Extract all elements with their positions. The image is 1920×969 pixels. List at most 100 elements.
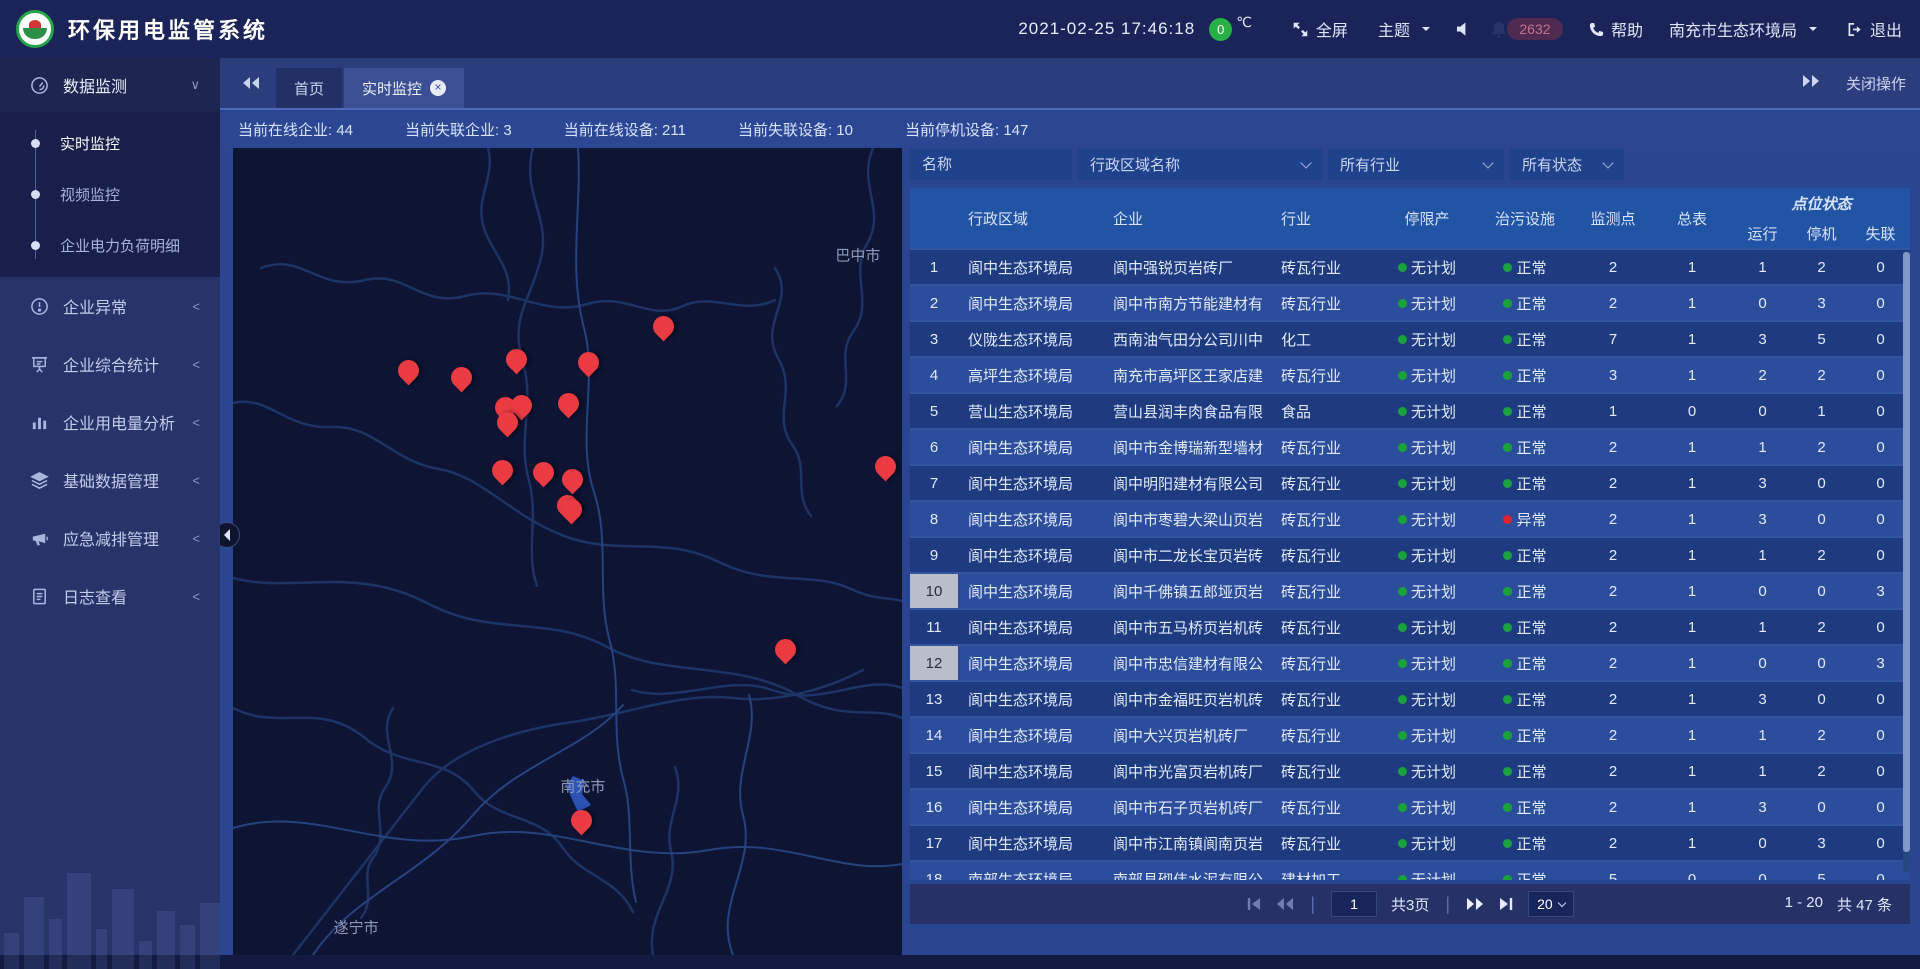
row-number-cell[interactable]: 15 (910, 754, 958, 788)
row-number-cell[interactable]: 2 (910, 286, 958, 320)
org-dropdown[interactable]: 南充市生态环境局 (1669, 17, 1817, 41)
sidebar-subitem-1[interactable]: 视频监控 (0, 169, 220, 220)
industry-cell: 化工 (1271, 322, 1379, 356)
logout-button[interactable]: 退出 (1847, 17, 1902, 41)
help-button[interactable]: 帮助 (1589, 17, 1643, 41)
row-number-cell[interactable]: 1 (910, 250, 958, 284)
table-row[interactable]: 2阆中生态环境局阆中市南方节能建材有砖瓦行业无计划正常21030 (910, 286, 1910, 322)
status-filter-select[interactable]: 所有状态 (1510, 149, 1624, 180)
scrollbar-thumb[interactable] (1903, 252, 1910, 852)
table-row[interactable]: 10阆中生态环境局阆中千佛镇五郎垭页岩砖瓦行业无计划正常21003 (910, 574, 1910, 610)
table-row[interactable]: 16阆中生态环境局阆中市石子页岩机砖厂砖瓦行业无计划正常21300 (910, 790, 1910, 826)
name-filter-input[interactable] (922, 156, 1060, 173)
facility-status-cell: 正常 (1475, 358, 1575, 392)
sub-column-header-0[interactable]: 运行 (1733, 218, 1792, 248)
sidebar-item-3[interactable]: 企业用电量分析< (0, 393, 220, 451)
table-row[interactable]: 11阆中生态环境局阆中市五马桥页岩机砖砖瓦行业无计划正常21120 (910, 610, 1910, 646)
first-page-icon[interactable] (1246, 897, 1262, 911)
tab-0[interactable]: 首页 (276, 68, 342, 108)
table-row[interactable]: 15阆中生态环境局阆中市光富页岩机砖厂砖瓦行业无计划正常21120 (910, 754, 1910, 790)
last-page-icon[interactable] (1498, 897, 1514, 911)
table-row[interactable]: 6阆中生态环境局阆中市金博瑞新型墙材砖瓦行业无计划正常21120 (910, 430, 1910, 466)
row-number-cell[interactable]: 4 (910, 358, 958, 392)
page-size-select[interactable]: 20 (1528, 891, 1574, 917)
table-row[interactable]: 12阆中生态环境局阆中市忠信建材有限公砖瓦行业无计划正常21003 (910, 646, 1910, 682)
table-row[interactable]: 1阆中生态环境局阆中强锐页岩砖厂砖瓦行业无计划正常21120 (910, 250, 1910, 286)
sub-column-header-1[interactable]: 停机 (1792, 218, 1851, 248)
row-number-cell[interactable]: 9 (910, 538, 958, 572)
row-number-cell[interactable]: 12 (910, 646, 958, 680)
table-row[interactable]: 5营山生态环境局营山县润丰肉食品有限食品无计划正常10010 (910, 394, 1910, 430)
page-number-input[interactable] (1331, 891, 1377, 917)
table-row[interactable]: 7阆中生态环境局阆中明阳建材有限公司砖瓦行业无计划正常21300 (910, 466, 1910, 502)
facility-status-cell: 正常 (1475, 574, 1575, 608)
column-header-6[interactable]: 监测点 (1575, 188, 1651, 248)
column-header-4[interactable]: 停限产 (1379, 188, 1475, 248)
sidebar-item-0[interactable]: 数据监测∨ (0, 58, 220, 112)
name-filter-field[interactable] (910, 149, 1072, 180)
industry-cell: 砖瓦行业 (1271, 826, 1379, 860)
tab-1[interactable]: 实时监控× (344, 68, 464, 108)
next-page-icon[interactable] (1466, 897, 1484, 911)
app-logo-icon (16, 10, 54, 48)
table-row[interactable]: 14阆中生态环境局阆中大兴页岩机砖厂砖瓦行业无计划正常21120 (910, 718, 1910, 754)
column-header-7[interactable]: 总表 (1651, 188, 1733, 248)
prev-page-icon[interactable] (1276, 897, 1294, 911)
row-number-cell[interactable]: 17 (910, 826, 958, 860)
column-header-1[interactable]: 行政区域 (958, 188, 1103, 248)
row-number-cell[interactable]: 11 (910, 610, 958, 644)
row-number-cell[interactable]: 5 (910, 394, 958, 428)
column-header-2[interactable]: 企业 (1103, 188, 1271, 248)
table-row[interactable]: 9阆中生态环境局阆中市二龙长宝页岩砖砖瓦行业无计划正常21120 (910, 538, 1910, 574)
sidebar-item-label: 数据监测 (63, 73, 190, 97)
lost-cell: 0 (1851, 826, 1910, 860)
table-row[interactable]: 3仪陇生态环境局西南油气田分公司川中化工无计划正常71350 (910, 322, 1910, 358)
theme-dropdown[interactable]: 主题 (1378, 17, 1430, 41)
tab-close-icon[interactable]: × (430, 80, 446, 96)
status-dot-icon (1398, 695, 1407, 704)
tabs-scroll-right-icon[interactable] (1802, 74, 1820, 92)
points-cell: 2 (1575, 826, 1651, 860)
row-number-cell[interactable]: 8 (910, 502, 958, 536)
table-scrollbar[interactable] (1903, 252, 1910, 872)
sidebar-subitem-2[interactable]: 企业电力负荷明细 (0, 220, 220, 271)
column-header-5[interactable]: 治污设施 (1475, 188, 1575, 248)
company-cell: 南充市高坪区王家店建 (1103, 358, 1271, 392)
sidebar-item-1[interactable]: 企业异常< (0, 277, 220, 335)
facility-status-cell: 正常 (1475, 862, 1575, 880)
row-number-cell[interactable]: 14 (910, 718, 958, 752)
column-header-3[interactable]: 行业 (1271, 188, 1379, 248)
row-number-cell[interactable]: 18 (910, 862, 958, 880)
table-row[interactable]: 18南部生态环境局南部县砌伟水泥有限公建材加工无计划正常50050 (910, 862, 1910, 880)
sub-column-header-2[interactable]: 失联 (1851, 218, 1910, 248)
close-operations-button[interactable]: 关闭操作 (1846, 73, 1906, 94)
table-row[interactable]: 8阆中生态环境局阆中市枣碧大梁山页岩砖瓦行业无计划异常21300 (910, 502, 1910, 538)
row-number-cell[interactable]: 16 (910, 790, 958, 824)
tabs-scroll-left-icon[interactable] (242, 76, 260, 95)
map-panel[interactable]: 巴中市南充市遂宁市 (233, 148, 902, 955)
sidebar-item-6[interactable]: 日志查看< (0, 567, 220, 625)
sidebar-subitem-0[interactable]: 实时监控 (0, 118, 220, 169)
row-number-cell[interactable]: 7 (910, 466, 958, 500)
table-row[interactable]: 17阆中生态环境局阆中市江南镇阆南页岩砖瓦行业无计划正常21030 (910, 826, 1910, 862)
fullscreen-button[interactable]: 全屏 (1292, 17, 1348, 41)
meter-cell: 1 (1651, 718, 1733, 752)
row-number-cell[interactable]: 3 (910, 322, 958, 356)
sidebar-item-2[interactable]: 企业综合统计< (0, 335, 220, 393)
stopped-cell: 0 (1792, 682, 1851, 716)
row-number-cell[interactable]: 6 (910, 430, 958, 464)
industry-filter-select[interactable]: 所有行业 (1328, 149, 1504, 180)
sidebar-item-5[interactable]: 应急减排管理< (0, 509, 220, 567)
column-header-0[interactable] (910, 188, 958, 248)
region-filter-select[interactable]: 行政区域名称 (1078, 149, 1322, 180)
company-cell: 阆中市南方节能建材有 (1103, 286, 1271, 320)
table-row[interactable]: 4高坪生态环境局南充市高坪区王家店建砖瓦行业无计划正常31220 (910, 358, 1910, 394)
notifications-button[interactable]: 2632 (1491, 18, 1563, 40)
table-row[interactable]: 13阆中生态环境局阆中市金福旺页岩机砖砖瓦行业无计划正常21300 (910, 682, 1910, 718)
sound-button[interactable] (1456, 22, 1471, 36)
run-cell: 3 (1733, 322, 1792, 356)
row-number-cell[interactable]: 13 (910, 682, 958, 716)
sidebar-item-4[interactable]: 基础数据管理< (0, 451, 220, 509)
row-number-cell[interactable]: 10 (910, 574, 958, 608)
meter-cell: 1 (1651, 250, 1733, 284)
